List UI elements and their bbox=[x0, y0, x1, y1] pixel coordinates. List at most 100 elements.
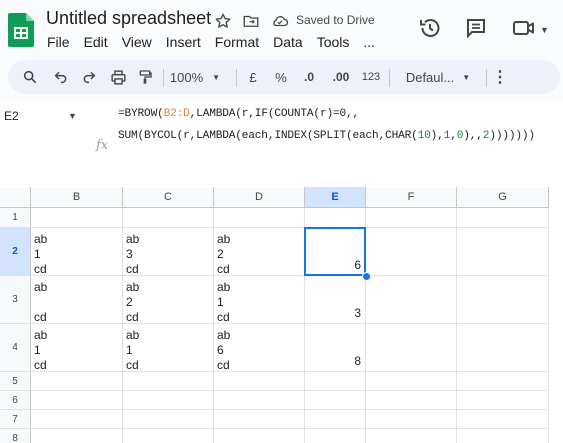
cell-e5[interactable] bbox=[305, 372, 366, 391]
menu-view[interactable]: View bbox=[122, 34, 152, 50]
increase-decimal-button[interactable]: .00 bbox=[326, 60, 356, 94]
cell-b2[interactable]: ab 1 cd bbox=[31, 228, 123, 276]
cell-b1[interactable] bbox=[31, 208, 123, 228]
cell-text-line: ab bbox=[217, 232, 231, 246]
cell-g2[interactable] bbox=[457, 228, 549, 276]
cell-g1[interactable] bbox=[457, 208, 549, 228]
cell-b3[interactable]: ab cd bbox=[31, 276, 123, 324]
sheets-logo-icon[interactable] bbox=[8, 13, 34, 47]
cell-d7[interactable] bbox=[214, 410, 305, 429]
cell-g3[interactable] bbox=[457, 276, 549, 324]
menu-edit[interactable]: Edit bbox=[84, 34, 108, 50]
cell-f7[interactable] bbox=[366, 410, 457, 429]
cell-d4[interactable]: ab 6 cd bbox=[214, 324, 305, 372]
move-to-folder-icon[interactable] bbox=[242, 12, 260, 30]
cell-c3[interactable]: ab 2 cd bbox=[123, 276, 214, 324]
cell-d3[interactable]: ab 1 cd bbox=[214, 276, 305, 324]
cell-d2[interactable]: ab 2 cd bbox=[214, 228, 305, 276]
row-header-6[interactable]: 6 bbox=[0, 391, 31, 410]
column-header-f[interactable]: F bbox=[366, 187, 457, 208]
column-header-b[interactable]: B bbox=[31, 187, 123, 208]
meet-video-icon[interactable] bbox=[512, 17, 536, 39]
cell-b5[interactable] bbox=[31, 372, 123, 391]
menu-data[interactable]: Data bbox=[273, 34, 303, 50]
percent-format-button[interactable]: % bbox=[269, 60, 293, 94]
cell-g5[interactable] bbox=[457, 372, 549, 391]
formula-line-1[interactable]: =BYROW(B2:D,LAMBDA(r,IF(COUNTA(r)=0,, bbox=[118, 108, 359, 120]
cell-d8[interactable] bbox=[214, 429, 305, 443]
cell-d1[interactable] bbox=[214, 208, 305, 228]
meet-caret-icon[interactable]: ▼ bbox=[540, 25, 549, 35]
formula-line-2[interactable]: SUM(BYCOL(r,LAMBDA(each,INDEX(SPLIT(each… bbox=[118, 130, 535, 142]
cell-f6[interactable] bbox=[366, 391, 457, 410]
column-header-d[interactable]: D bbox=[214, 187, 305, 208]
column-header-e[interactable]: E bbox=[305, 187, 366, 208]
cell-f8[interactable] bbox=[366, 429, 457, 443]
cell-e8[interactable] bbox=[305, 429, 366, 443]
search-menus-icon[interactable] bbox=[18, 60, 42, 94]
cell-c1[interactable] bbox=[123, 208, 214, 228]
cell-f1[interactable] bbox=[366, 208, 457, 228]
cell-f3[interactable] bbox=[366, 276, 457, 324]
cell-e2[interactable]: 6 bbox=[305, 228, 366, 276]
font-select[interactable]: Defaul... ▼ bbox=[394, 60, 482, 94]
row-header-3[interactable]: 3 bbox=[0, 276, 31, 324]
cell-e1[interactable] bbox=[305, 208, 366, 228]
cell-g4[interactable] bbox=[457, 324, 549, 372]
fill-handle[interactable] bbox=[362, 272, 371, 281]
cell-f4[interactable] bbox=[366, 324, 457, 372]
cell-b6[interactable] bbox=[31, 391, 123, 410]
column-header-g[interactable]: G bbox=[457, 187, 549, 208]
row-header-8[interactable]: 8 bbox=[0, 429, 31, 443]
print-icon[interactable] bbox=[106, 60, 130, 94]
cell-g7[interactable] bbox=[457, 410, 549, 429]
menu-tools[interactable]: Tools bbox=[317, 34, 350, 50]
cell-e6[interactable] bbox=[305, 391, 366, 410]
cell-d6[interactable] bbox=[214, 391, 305, 410]
cell-b7[interactable] bbox=[31, 410, 123, 429]
cell-f2[interactable] bbox=[366, 228, 457, 276]
row-header-2[interactable]: 2 bbox=[0, 228, 31, 276]
cell-c7[interactable] bbox=[123, 410, 214, 429]
cell-text-line: 1 bbox=[34, 247, 41, 261]
currency-format-button[interactable]: £ bbox=[241, 60, 265, 94]
version-history-icon[interactable] bbox=[418, 16, 442, 40]
cell-e4[interactable]: 8 bbox=[305, 324, 366, 372]
menu-file[interactable]: File bbox=[47, 34, 70, 50]
cell-d5[interactable] bbox=[214, 372, 305, 391]
row-header-4[interactable]: 4 bbox=[0, 324, 31, 372]
row-header-7[interactable]: 7 bbox=[0, 410, 31, 429]
star-icon[interactable] bbox=[214, 12, 232, 30]
document-title[interactable]: Untitled spreadsheet bbox=[46, 8, 211, 29]
redo-icon[interactable] bbox=[77, 60, 101, 94]
comments-icon[interactable] bbox=[464, 16, 488, 40]
cell-g8[interactable] bbox=[457, 429, 549, 443]
name-box-caret-icon[interactable]: ▼ bbox=[68, 111, 77, 121]
paint-format-icon[interactable] bbox=[133, 60, 157, 94]
more-options-icon[interactable]: ⋮ bbox=[490, 60, 510, 94]
menu-more[interactable]: ... bbox=[363, 34, 375, 50]
menu-insert[interactable]: Insert bbox=[166, 34, 201, 50]
cell-c4[interactable]: ab 1 cd bbox=[123, 324, 214, 372]
undo-icon[interactable] bbox=[49, 60, 73, 94]
zoom-select[interactable]: 100% ▼ bbox=[167, 60, 223, 94]
column-header-c[interactable]: C bbox=[123, 187, 214, 208]
cell-g6[interactable] bbox=[457, 391, 549, 410]
cell-c6[interactable] bbox=[123, 391, 214, 410]
number-format-button[interactable]: 123 bbox=[358, 60, 384, 94]
menu-format[interactable]: Format bbox=[215, 34, 259, 50]
cell-b8[interactable] bbox=[31, 429, 123, 443]
name-box[interactable]: E2 bbox=[4, 109, 19, 123]
row-header-5[interactable]: 5 bbox=[0, 372, 31, 391]
cell-e7[interactable] bbox=[305, 410, 366, 429]
cell-c2[interactable]: ab 3 cd bbox=[123, 228, 214, 276]
cell-c5[interactable] bbox=[123, 372, 214, 391]
select-all-corner[interactable] bbox=[0, 187, 31, 208]
cloud-saved-icon[interactable] bbox=[271, 12, 289, 30]
decrease-decimal-button[interactable]: .0 bbox=[295, 60, 323, 94]
cell-c8[interactable] bbox=[123, 429, 214, 443]
row-header-1[interactable]: 1 bbox=[0, 208, 31, 228]
cell-b4[interactable]: ab 1 cd bbox=[31, 324, 123, 372]
cell-e3[interactable]: 3 bbox=[305, 276, 366, 324]
cell-f5[interactable] bbox=[366, 372, 457, 391]
